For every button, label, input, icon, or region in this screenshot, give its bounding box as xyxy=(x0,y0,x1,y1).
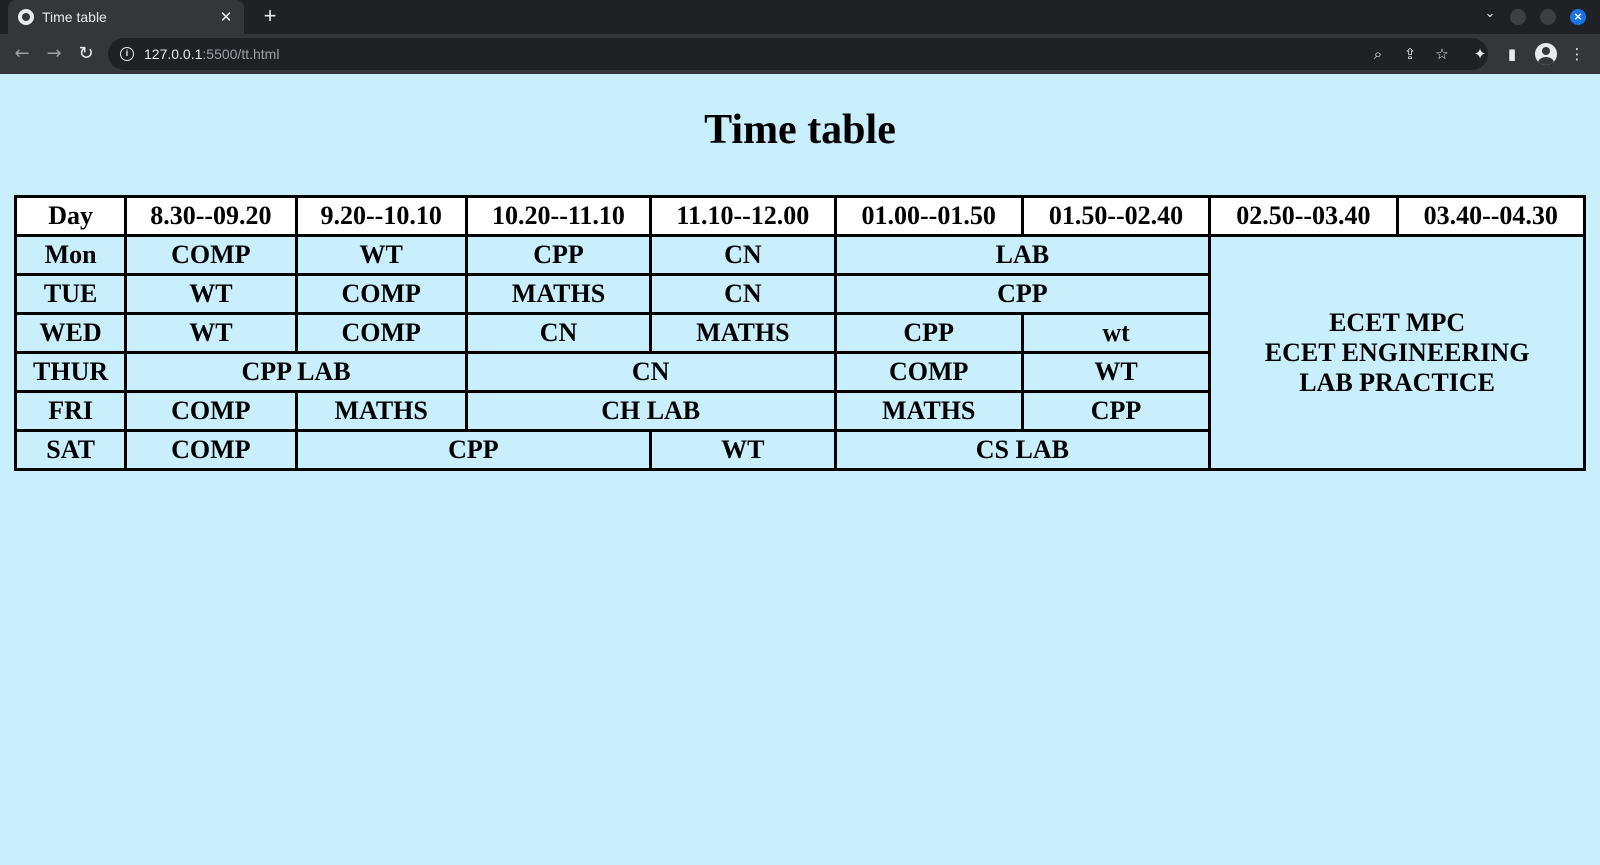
day-cell: Mon xyxy=(13,234,128,276)
zoom-icon[interactable]: ⌕ xyxy=(1366,42,1390,66)
tab-title: Time table xyxy=(42,9,107,25)
class-cell: MATHS xyxy=(833,390,1024,432)
timetable: Day 8.30--09.20 9.20--10.10 10.20--11.10… xyxy=(13,195,1587,471)
header-row: Day 8.30--09.20 9.20--10.10 10.20--11.10… xyxy=(13,195,1587,237)
url-text[interactable]: 127.0.0.1:5500/tt.html xyxy=(144,46,279,62)
class-cell: COMP xyxy=(294,273,468,315)
day-cell: TUE xyxy=(13,273,128,315)
class-cell: CPP xyxy=(833,273,1212,315)
day-cell: FRI xyxy=(13,390,128,432)
page-title: Time table xyxy=(704,107,896,153)
class-cell: COMP xyxy=(833,351,1024,393)
globe-icon xyxy=(18,9,34,25)
class-cell: CPP xyxy=(464,234,653,276)
profile-avatar-icon[interactable] xyxy=(1535,43,1557,65)
class-cell: CPP xyxy=(1020,390,1212,432)
side-panel-icon[interactable]: ▮ xyxy=(1500,42,1524,66)
header-slot-1: 8.30--09.20 xyxy=(124,195,298,237)
class-cell: MATHS xyxy=(294,390,468,432)
table-row-mon: Mon COMP WT CPP CN LAB ECET MPC ECET ENG… xyxy=(13,234,1586,471)
window-close-button[interactable]: × xyxy=(1570,9,1586,25)
class-cell: WT xyxy=(124,312,298,354)
day-cell: WED xyxy=(13,312,128,354)
class-cell: WT xyxy=(649,429,837,471)
share-icon[interactable]: ⇪ xyxy=(1398,42,1422,66)
header-slot-3: 10.20--11.10 xyxy=(464,195,653,237)
class-cell: wt xyxy=(1020,312,1212,354)
url-host: 127.0.0.1 xyxy=(144,46,203,62)
class-cell: CN xyxy=(464,312,653,354)
reload-button[interactable]: ↻ xyxy=(74,42,98,66)
class-cell: WT xyxy=(294,234,468,276)
class-cell: CPP xyxy=(294,429,653,471)
menu-icon[interactable]: ⋮ xyxy=(1565,42,1589,66)
site-info-icon[interactable]: i xyxy=(120,47,134,61)
note-line: ECET MPC xyxy=(1329,307,1466,337)
class-cell: MATHS xyxy=(649,312,837,354)
class-cell: CPP xyxy=(833,312,1024,354)
class-cell: CN xyxy=(649,273,837,315)
header-slot-6: 01.50--02.40 xyxy=(1020,195,1212,237)
class-cell: COMP xyxy=(124,390,298,432)
header-slot-8: 03.40--04.30 xyxy=(1395,195,1587,237)
header-slot-7: 02.50--03.40 xyxy=(1208,195,1399,237)
afternoon-note-cell: ECET MPC ECET ENGINEERING LAB PRACTICE xyxy=(1208,234,1586,471)
class-cell: COMP xyxy=(124,234,298,276)
browser-chrome: Time table ✕ + ⌄ × ← → ↻ i 127.0.0.1:550… xyxy=(0,0,1600,74)
header-slot-2: 9.20--10.10 xyxy=(294,195,468,237)
extensions-icon[interactable]: ✦ xyxy=(1468,42,1492,66)
class-cell: COMP xyxy=(294,312,468,354)
browser-tab[interactable]: Time table ✕ xyxy=(8,0,244,34)
maximize-button[interactable] xyxy=(1540,9,1556,25)
class-cell: CN xyxy=(649,234,837,276)
class-cell: CN xyxy=(464,351,837,393)
class-cell: CH LAB xyxy=(464,390,837,432)
class-cell: WT xyxy=(1020,351,1212,393)
tab-strip: Time table ✕ + ⌄ × xyxy=(0,0,1600,34)
address-bar[interactable]: i 127.0.0.1:5500/tt.html xyxy=(108,38,1488,70)
close-tab-icon[interactable]: ✕ xyxy=(218,9,234,25)
url-path: :5500/tt.html xyxy=(202,46,280,62)
minimize-button[interactable] xyxy=(1510,9,1526,25)
day-cell: THUR xyxy=(13,351,128,393)
forward-button[interactable]: → xyxy=(42,42,66,66)
note-line: ECET ENGINEERING xyxy=(1264,337,1530,367)
day-cell: SAT xyxy=(13,429,128,471)
class-cell: WT xyxy=(124,273,298,315)
class-cell: LAB xyxy=(833,234,1212,276)
note-line: LAB PRACTICE xyxy=(1299,367,1495,397)
class-cell: CPP LAB xyxy=(124,351,468,393)
header-slot-4: 11.10--12.00 xyxy=(649,195,837,237)
browser-toolbar: ← → ↻ i 127.0.0.1:5500/tt.html ⌕ ⇪ ☆ ✦ ▮… xyxy=(0,34,1600,74)
tab-search-icon[interactable]: ⌄ xyxy=(1480,6,1500,21)
new-tab-button[interactable]: + xyxy=(258,5,282,29)
class-cell: CS LAB xyxy=(833,429,1212,471)
back-button[interactable]: ← xyxy=(10,42,34,66)
header-slot-5: 01.00--01.50 xyxy=(833,195,1024,237)
header-day: Day xyxy=(13,195,128,237)
class-cell: MATHS xyxy=(464,273,653,315)
class-cell: COMP xyxy=(124,429,298,471)
bookmark-star-icon[interactable]: ☆ xyxy=(1430,42,1454,66)
